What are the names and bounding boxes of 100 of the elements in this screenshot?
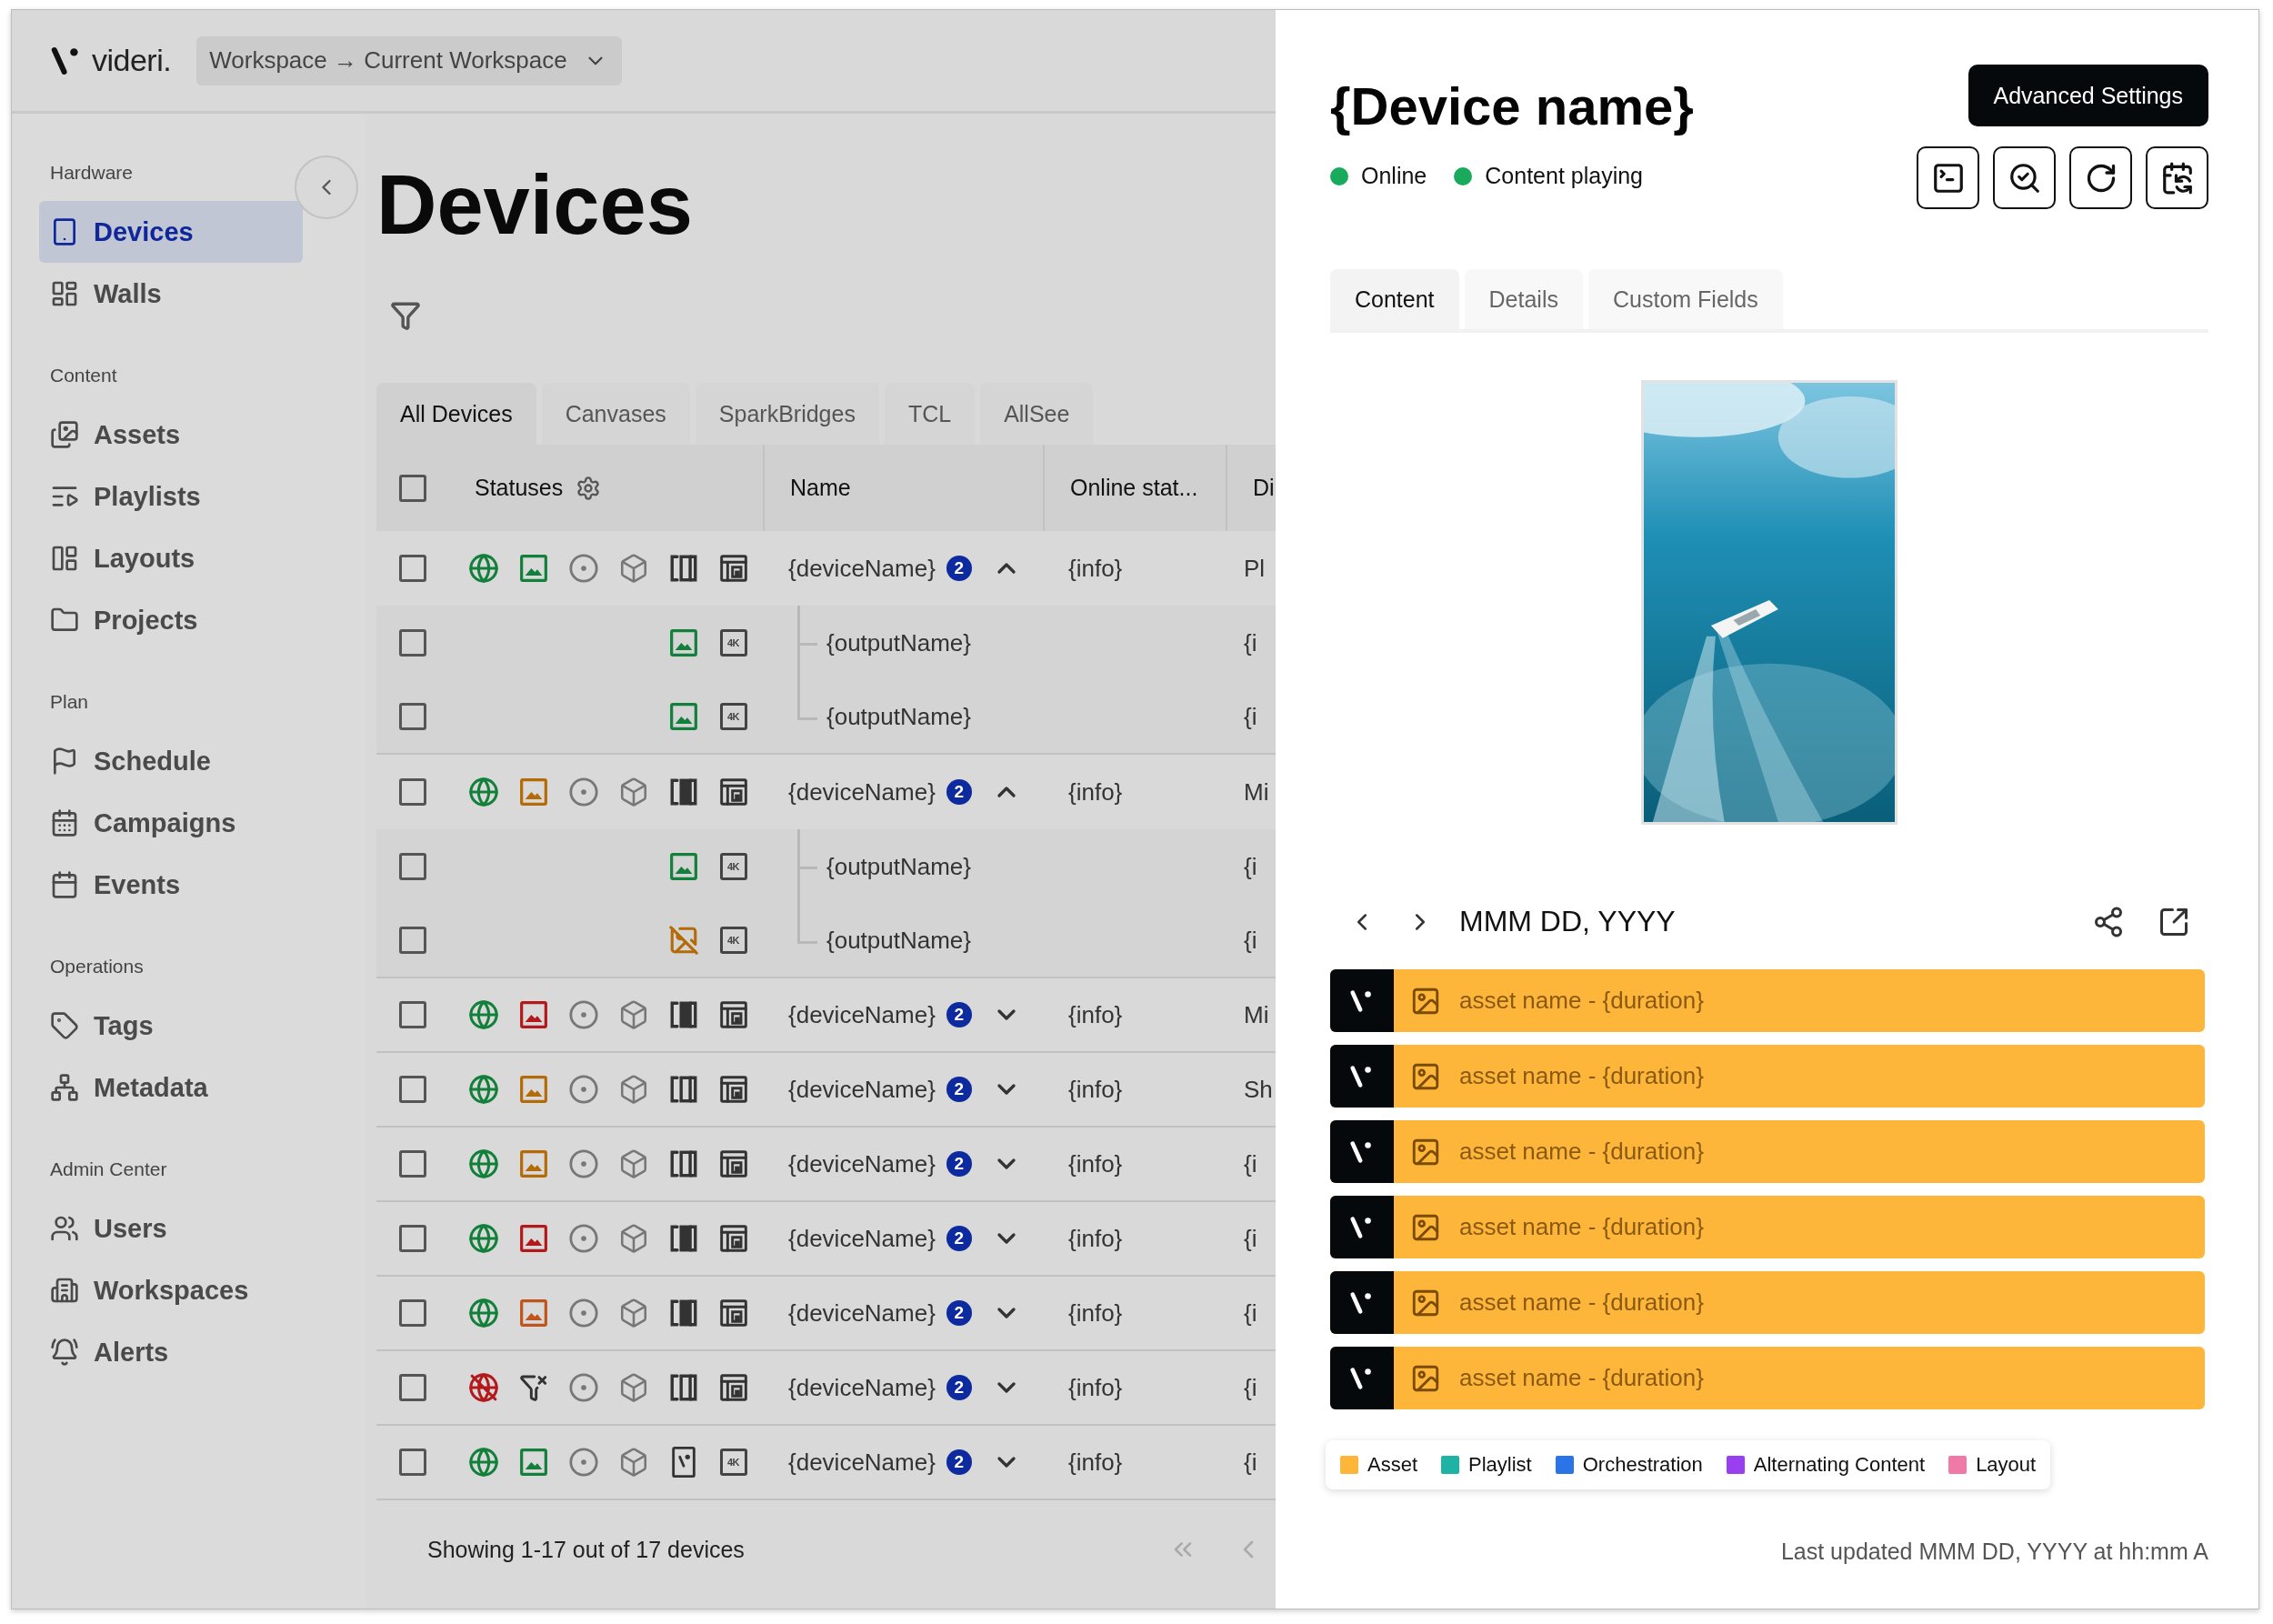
row-checkbox[interactable] <box>399 1001 426 1028</box>
row-checkbox[interactable] <box>399 1299 426 1327</box>
nav-item[interactable]: Events <box>39 854 303 916</box>
workspace-dropdown[interactable]: Workspace → Current Workspace <box>196 35 622 85</box>
row-checkbox[interactable] <box>399 927 426 954</box>
online-status-text: {info} <box>1068 1149 1123 1178</box>
timeline-bar[interactable]: asset name - {duration} <box>1330 1120 2205 1183</box>
online-status-text: {info} <box>1068 1298 1123 1327</box>
refresh-button[interactable] <box>2069 146 2132 209</box>
row-checkbox[interactable] <box>399 1449 426 1476</box>
row-checkbox[interactable] <box>399 703 426 730</box>
online-status-text: {info} <box>1068 554 1123 582</box>
timeline-label: asset name - {duration} <box>1459 1288 1704 1317</box>
bell-icon <box>50 1338 79 1367</box>
output-name: {outputName} <box>826 852 971 881</box>
row-checkbox[interactable] <box>399 1374 426 1401</box>
nav-section-label: Content <box>49 364 118 387</box>
device-name: {deviceName} <box>788 1149 936 1178</box>
nav-item[interactable]: Playlists <box>39 466 303 527</box>
building-icon <box>50 1276 79 1305</box>
select-all-checkbox[interactable] <box>399 474 426 502</box>
online-status-text: {info} <box>1068 1224 1123 1252</box>
timeline-bar[interactable]: asset name - {duration} <box>1330 1347 2205 1409</box>
device-name: {deviceName} <box>788 1448 936 1477</box>
page-title: Devices <box>376 159 694 250</box>
timeline-bar[interactable]: asset name - {duration} <box>1330 1271 2205 1334</box>
output-name: {outputName} <box>826 926 971 955</box>
timeline-label: asset name - {duration} <box>1459 1138 1704 1166</box>
table-cell: {i <box>1244 926 1257 954</box>
timeline-label: asset name - {duration} <box>1459 1364 1704 1392</box>
nav-section-label: Plan <box>49 690 90 714</box>
tab[interactable]: Details <box>1464 269 1583 329</box>
row-checkbox[interactable] <box>399 778 426 806</box>
settings-icon[interactable] <box>576 475 602 501</box>
device-title: {Device name} <box>1330 75 1694 137</box>
output-name: {outputName} <box>826 628 971 657</box>
share-icon[interactable] <box>2092 905 2125 938</box>
count-badge: 2 <box>946 1077 972 1102</box>
last-updated-text: Last updated MMM DD, YYYY at hh:mm A <box>1780 1539 2208 1565</box>
resolution-icon: 4K <box>719 927 747 954</box>
tab[interactable]: SparkBridges <box>695 383 879 445</box>
pagination-summary: Showing 1-17 out of 17 devices <box>427 1536 745 1563</box>
timeline-label: asset name - {duration} <box>1459 1213 1704 1241</box>
table-cell: {i <box>1244 628 1257 657</box>
legend-label: Playlist <box>1468 1453 1532 1477</box>
nav-item[interactable]: Devices <box>39 201 303 263</box>
timeline-bar[interactable]: asset name - {duration} <box>1330 969 2205 1032</box>
device-name: {deviceName} <box>788 1298 936 1328</box>
advanced-settings-button[interactable]: Advanced Settings <box>1968 65 2208 126</box>
table-cell: Mi <box>1244 1000 1269 1028</box>
tab[interactable]: Custom Fields <box>1588 269 1783 329</box>
online-status-text: {info} <box>1068 777 1123 806</box>
terminal-button[interactable] <box>1917 146 1979 209</box>
nav-item[interactable]: Users <box>39 1198 303 1259</box>
nav-item[interactable]: Campaigns <box>39 792 303 854</box>
row-checkbox[interactable] <box>399 1225 426 1252</box>
row-checkbox[interactable] <box>399 853 426 880</box>
timeline-label: asset name - {duration} <box>1459 987 1704 1015</box>
tab[interactable]: AllSee <box>980 383 1094 445</box>
nav-item[interactable]: Walls <box>39 263 303 325</box>
calendar-sync-button[interactable] <box>2146 146 2208 209</box>
row-checkbox[interactable] <box>399 555 426 582</box>
resolution-icon: 4K <box>719 629 747 657</box>
count-badge: 2 <box>946 1226 972 1251</box>
nav-item[interactable]: Assets <box>39 404 303 466</box>
nav-item[interactable]: Layouts <box>39 527 303 589</box>
timeline-label: asset name - {duration} <box>1459 1062 1704 1090</box>
nav-item[interactable]: Metadata <box>39 1057 303 1118</box>
timeline-bar[interactable]: asset name - {duration} <box>1330 1045 2205 1108</box>
table-cell: {i <box>1244 852 1257 880</box>
images-icon <box>50 420 79 449</box>
count-badge: 2 <box>946 1300 972 1326</box>
tab[interactable]: TCL <box>884 383 976 445</box>
tab[interactable]: All Devices <box>376 383 536 445</box>
nav-section-label: Operations <box>49 955 145 978</box>
nav-item[interactable]: Alerts <box>39 1321 303 1383</box>
device-name: {deviceName} <box>788 554 936 583</box>
device-name: {deviceName} <box>788 1373 936 1402</box>
row-checkbox[interactable] <box>399 629 426 657</box>
calendar-icon <box>50 870 79 899</box>
count-badge: 2 <box>946 1449 972 1475</box>
tab[interactable]: Canvases <box>541 383 690 445</box>
output-name: {outputName} <box>826 702 971 731</box>
resolution-icon: 4K <box>719 1449 747 1476</box>
nav-item[interactable]: Projects <box>39 589 303 651</box>
tab[interactable]: Content <box>1330 269 1459 329</box>
table-cell: {i <box>1244 1373 1257 1401</box>
row-checkbox[interactable] <box>399 1076 426 1103</box>
count-badge: 2 <box>946 556 972 581</box>
table-cell: {i <box>1244 1149 1257 1178</box>
status-text: Content playing <box>1485 163 1643 189</box>
table-cell: Sh <box>1244 1075 1273 1103</box>
nav-item[interactable]: Workspaces <box>39 1259 303 1321</box>
search-check-button[interactable] <box>1993 146 2056 209</box>
row-checkbox[interactable] <box>399 1150 426 1178</box>
nav-item[interactable]: Schedule <box>39 730 303 792</box>
tag-icon <box>50 1011 79 1040</box>
nav-item[interactable]: Tags <box>39 995 303 1057</box>
timeline-bar[interactable]: asset name - {duration} <box>1330 1196 2205 1258</box>
table-cell: Mi <box>1244 777 1269 806</box>
